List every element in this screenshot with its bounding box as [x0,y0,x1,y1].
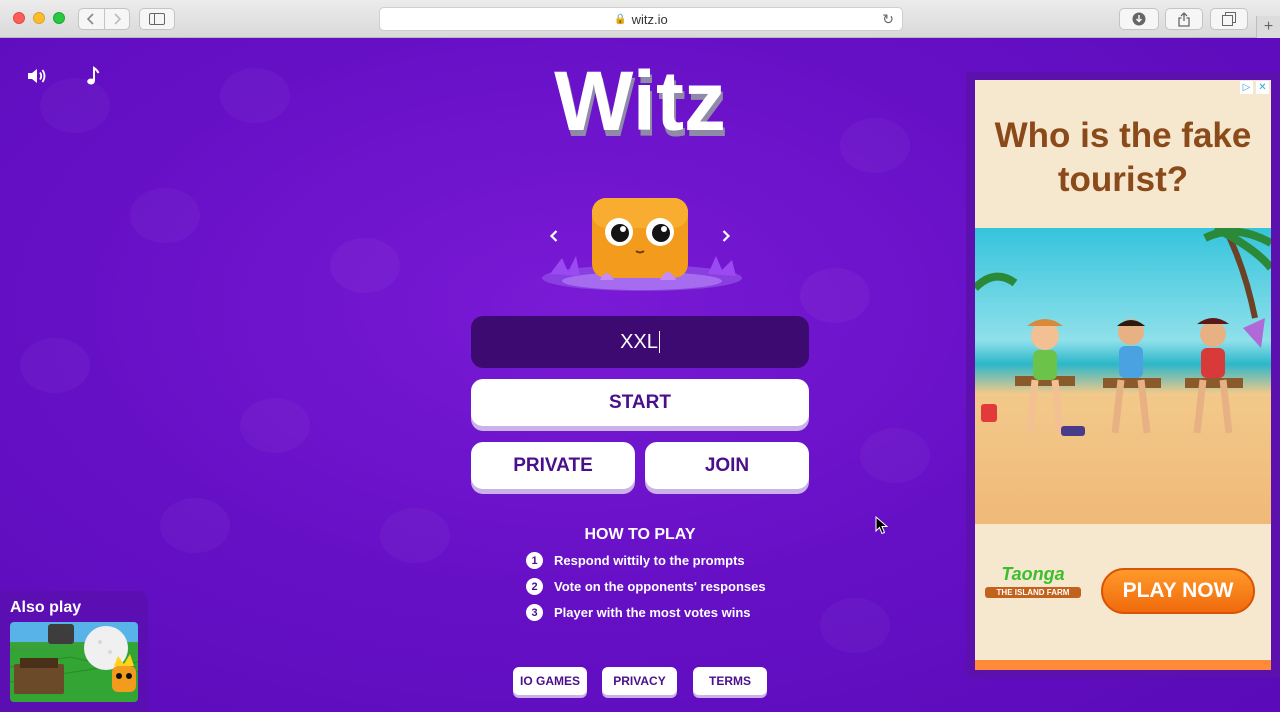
player-name-value: XXL [620,330,658,353]
io-games-label: IO GAMES [519,674,580,688]
how-to-play-step: 2 Vote on the opponents' responses [526,578,766,595]
ad-brand-name: Taonga [1001,564,1065,584]
background-bubble [840,118,910,173]
history-navigation [78,8,130,30]
new-tab-button[interactable]: + [1256,16,1280,38]
step-number: 1 [526,552,543,569]
start-button[interactable]: START [471,379,809,426]
chevron-left-icon [87,13,94,25]
music-note-icon [87,66,100,85]
also-play-game-thumbnail[interactable] [10,622,138,702]
private-button-label: PRIVATE [513,454,593,476]
background-bubble [860,428,930,483]
background-bubble [160,498,230,553]
terms-link[interactable]: TERMS [693,667,767,695]
also-play-panel: Also play [0,591,148,712]
background-bubble [330,238,400,293]
background-bubble [240,398,310,453]
privacy-link[interactable]: PRIVACY [602,667,677,695]
back-button[interactable] [79,9,104,29]
lock-icon: 🔒 [614,13,627,25]
reload-icon[interactable]: ↻ [882,11,894,28]
music-toggle[interactable] [86,66,100,91]
close-window-button[interactable] [13,12,25,24]
private-button[interactable]: PRIVATE [471,442,635,489]
background-bubble [20,338,90,393]
terms-label: TERMS [709,674,751,688]
advertisement: ▷ ✕ Who is the fake tourist? Taonga THE … [966,72,1280,678]
ad-brand-subtitle: THE ISLAND FARM [985,587,1081,598]
io-games-link[interactable]: IO GAMES [513,667,587,695]
start-button-label: START [609,391,671,413]
step-number: 2 [526,578,543,595]
sidebar-icon [149,13,165,25]
ad-play-now-label: PLAY NOW [1122,579,1234,602]
how-to-play-title: HOW TO PLAY [584,526,696,543]
privacy-label: PRIVACY [613,674,666,688]
minimize-window-button[interactable] [33,12,45,24]
downloads-button[interactable] [1119,8,1159,30]
ad-headline-line2: tourist? [1057,160,1189,199]
svg-text:Witz: Witz [554,54,726,142]
text-caret [658,331,660,353]
ad-close-icon[interactable]: ✕ [1256,81,1269,94]
mouse-cursor-icon [875,516,889,535]
join-button[interactable]: JOIN [645,442,809,489]
speaker-icon [28,69,46,83]
ad-play-now-button[interactable]: PLAY NOW [1101,568,1255,614]
address-bar[interactable]: 🔒 witz.io ↻ [379,7,903,31]
share-button[interactable] [1165,8,1203,30]
step-number: 3 [526,604,543,621]
character-avatar [542,198,742,291]
background-bubble [380,508,450,563]
ad-headline: Who is the fake tourist? [975,114,1271,202]
join-button-label: JOIN [704,454,750,476]
forward-button[interactable] [103,9,130,29]
ad-choices-icon[interactable]: ▷ [1240,81,1253,94]
sidebar-button[interactable] [139,8,175,30]
how-to-play-step: 1 Respond wittily to the prompts [526,552,745,569]
chevron-right-icon [114,13,121,25]
background-bubble [220,68,290,123]
sound-toggle[interactable] [26,66,48,91]
download-icon [1132,12,1146,26]
ad-bottom-strip [975,660,1271,670]
maximize-window-button[interactable] [53,12,65,24]
tabs-overview-button[interactable] [1210,8,1248,30]
golf-game-image [10,624,138,702]
url-text: witz.io [631,11,668,27]
player-name-input[interactable]: XXL [471,316,809,368]
browser-toolbar: 🔒 witz.io ↻ + [0,0,1280,38]
ad-brand-logo: Taonga THE ISLAND FARM [985,564,1081,598]
tabs-icon [1222,12,1236,26]
witz-logo: Witz Witz [554,54,728,142]
share-icon [1178,11,1190,27]
background-bubble [800,268,870,323]
how-to-play-step: 3 Player with the most votes wins [526,604,751,621]
background-bubble [130,188,200,243]
game-page: Witz Witz XXL START PRIVATE JOIN HOW TO … [0,38,1280,712]
step-text: Vote on the opponents' responses [554,579,766,594]
ad-banner[interactable]: ▷ ✕ Who is the fake tourist? Taonga THE … [975,80,1271,670]
ad-choices[interactable]: ▷ ✕ [1240,81,1269,94]
ad-headline-line1: Who is the fake [994,116,1252,155]
step-text: Player with the most votes wins [554,605,751,620]
background-bubble [820,598,890,653]
ad-beach-illustration [975,228,1271,524]
also-play-title: Also play [10,599,82,616]
step-text: Respond wittily to the prompts [554,553,745,568]
